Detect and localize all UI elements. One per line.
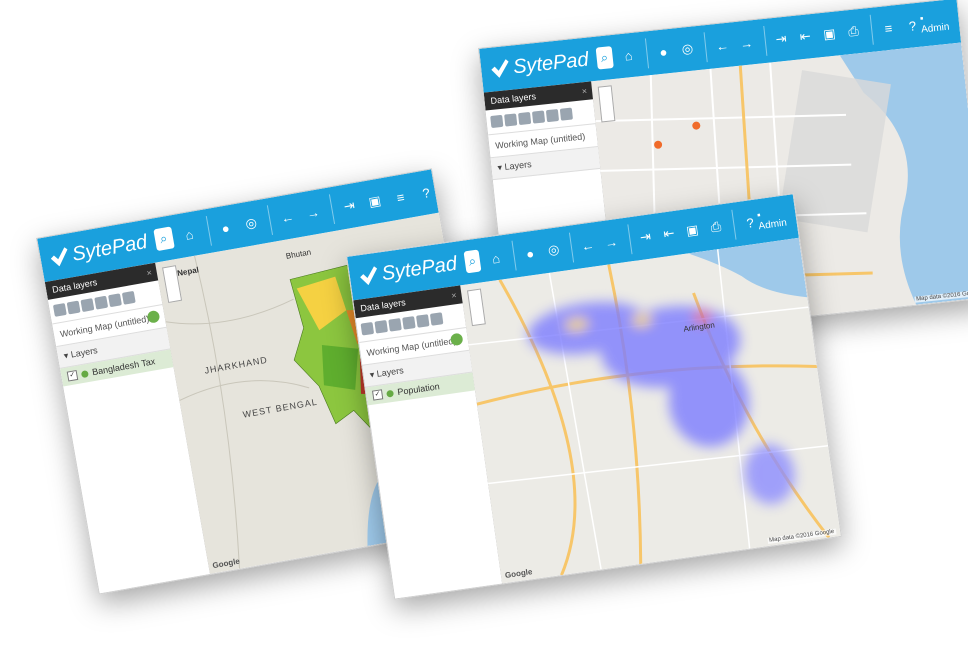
back-icon[interactable]: ← bbox=[277, 205, 299, 230]
forward-icon[interactable]: → bbox=[602, 230, 621, 254]
user-menu[interactable]: ▪ Admin bbox=[919, 11, 950, 36]
logo-check-icon bbox=[49, 247, 70, 268]
brand-name: SytePad bbox=[380, 252, 459, 285]
close-icon[interactable]: × bbox=[581, 82, 588, 100]
save-icon[interactable]: ▣ bbox=[364, 189, 386, 214]
layer-name: Population bbox=[396, 381, 441, 398]
app-logo[interactable]: SytePad bbox=[349, 252, 459, 290]
separator bbox=[267, 205, 274, 235]
export-icon[interactable]: ⇥ bbox=[772, 27, 790, 51]
logo-check-icon bbox=[490, 59, 510, 79]
tool-icon[interactable] bbox=[545, 108, 560, 123]
logo-check-icon bbox=[359, 266, 379, 286]
checkbox[interactable]: ✓ bbox=[66, 369, 79, 382]
promo-scene: SytePad ⌕ ⌂ ● ◎ ← → ⇥ ⇤ ▣ ⎙ ≡ ? ▪ Admin … bbox=[0, 0, 968, 647]
separator bbox=[511, 240, 517, 271]
separator bbox=[703, 32, 708, 63]
brand-name: SytePad bbox=[512, 48, 590, 78]
home-icon[interactable]: ⌂ bbox=[619, 44, 637, 68]
globe-icon[interactable]: ● bbox=[654, 40, 672, 64]
separator bbox=[869, 14, 874, 45]
globe-icon[interactable]: ● bbox=[215, 216, 237, 241]
export-icon[interactable]: ⇥ bbox=[338, 194, 360, 219]
app-logo[interactable]: SytePad bbox=[480, 48, 590, 82]
separator bbox=[205, 216, 212, 246]
chevron-down-icon: ▾ bbox=[369, 369, 375, 380]
separator bbox=[645, 38, 649, 69]
locate-icon[interactable]: ◎ bbox=[678, 37, 696, 61]
tool-icon[interactable] bbox=[504, 113, 518, 127]
tool-icon[interactable] bbox=[559, 107, 573, 121]
layers-header-label: Layers bbox=[376, 365, 405, 379]
layers-header-label: Layers bbox=[504, 159, 533, 172]
tool-icon[interactable] bbox=[108, 293, 122, 308]
help-icon[interactable]: ? bbox=[415, 180, 437, 205]
save-icon[interactable]: ▣ bbox=[820, 22, 838, 46]
export-icon[interactable]: ⇥ bbox=[636, 225, 655, 249]
close-icon[interactable]: × bbox=[145, 264, 153, 283]
search-icon[interactable]: ⌕ bbox=[152, 226, 175, 252]
tool-icon[interactable] bbox=[360, 321, 375, 336]
tool-icon[interactable] bbox=[518, 111, 532, 126]
tool-icon[interactable] bbox=[429, 312, 444, 326]
tool-icon[interactable] bbox=[388, 318, 402, 332]
separator bbox=[762, 26, 767, 56]
separator bbox=[626, 224, 632, 255]
print-icon[interactable]: ⎙ bbox=[707, 215, 726, 239]
save-icon[interactable]: ▣ bbox=[683, 219, 702, 243]
window-heatmap: SytePad ⌕ ⌂ ● ◎ ← → ⇥ ⇤ ▣ ⎙ ? ▪ Admin Da… bbox=[346, 193, 842, 600]
print-icon[interactable]: ⎙ bbox=[844, 20, 862, 44]
home-icon[interactable]: ⌂ bbox=[487, 246, 506, 270]
search-icon[interactable]: ⌕ bbox=[463, 249, 482, 274]
back-icon[interactable]: ← bbox=[713, 34, 731, 58]
tool-icon[interactable] bbox=[490, 114, 504, 129]
brand-name: SytePad bbox=[70, 230, 149, 266]
layer-icon bbox=[80, 369, 89, 378]
data-layers-title: Data layers bbox=[359, 297, 407, 314]
checkbox[interactable]: ✓ bbox=[371, 389, 384, 401]
chevron-down-icon: ▾ bbox=[63, 350, 70, 361]
user-icon: ▪ bbox=[919, 13, 925, 25]
search-icon[interactable]: ⌕ bbox=[595, 46, 614, 70]
database-icon[interactable]: ≡ bbox=[390, 185, 412, 210]
tool-icon[interactable] bbox=[121, 290, 136, 305]
home-icon[interactable]: ⌂ bbox=[179, 222, 201, 247]
layer-icon bbox=[386, 389, 394, 398]
tool-icon[interactable] bbox=[402, 316, 416, 330]
tool-icon[interactable] bbox=[416, 314, 430, 328]
tool-icon[interactable] bbox=[52, 302, 67, 317]
user-icon: ▪ bbox=[756, 209, 762, 222]
separator bbox=[731, 209, 737, 240]
heatmap-map bbox=[460, 237, 841, 584]
import-icon[interactable]: ⇤ bbox=[660, 222, 679, 246]
separator bbox=[329, 194, 336, 224]
chevron-down-icon: ▾ bbox=[497, 162, 503, 173]
database-icon[interactable]: ≡ bbox=[879, 16, 897, 40]
add-layer-icon[interactable] bbox=[449, 332, 464, 347]
working-map-label: Working Map (untitled) bbox=[494, 131, 586, 151]
layers-header-label: Layers bbox=[69, 345, 99, 360]
locate-icon[interactable]: ◎ bbox=[240, 211, 262, 236]
forward-icon[interactable]: → bbox=[302, 200, 324, 225]
tool-icon[interactable] bbox=[80, 298, 95, 313]
back-icon[interactable]: ← bbox=[578, 233, 597, 257]
data-layers-title: Data layers bbox=[51, 277, 98, 295]
import-icon[interactable]: ⇤ bbox=[796, 25, 814, 49]
user-label: Admin bbox=[757, 217, 788, 233]
user-menu[interactable]: ▪ Admin bbox=[756, 206, 787, 232]
map-view[interactable]: Arlington Google Map data ©2016 Google bbox=[460, 237, 841, 584]
separator bbox=[569, 232, 575, 263]
data-layers-title: Data layers bbox=[490, 91, 537, 106]
locate-icon[interactable]: ◎ bbox=[544, 238, 563, 262]
forward-icon[interactable]: → bbox=[737, 31, 755, 55]
close-icon[interactable]: × bbox=[450, 286, 458, 305]
user-label: Admin bbox=[920, 21, 950, 36]
tool-icon[interactable] bbox=[374, 320, 388, 334]
tool-icon[interactable] bbox=[66, 300, 81, 315]
tool-icon[interactable] bbox=[94, 295, 109, 310]
tool-icon[interactable] bbox=[531, 110, 546, 124]
globe-icon[interactable]: ● bbox=[521, 241, 540, 265]
